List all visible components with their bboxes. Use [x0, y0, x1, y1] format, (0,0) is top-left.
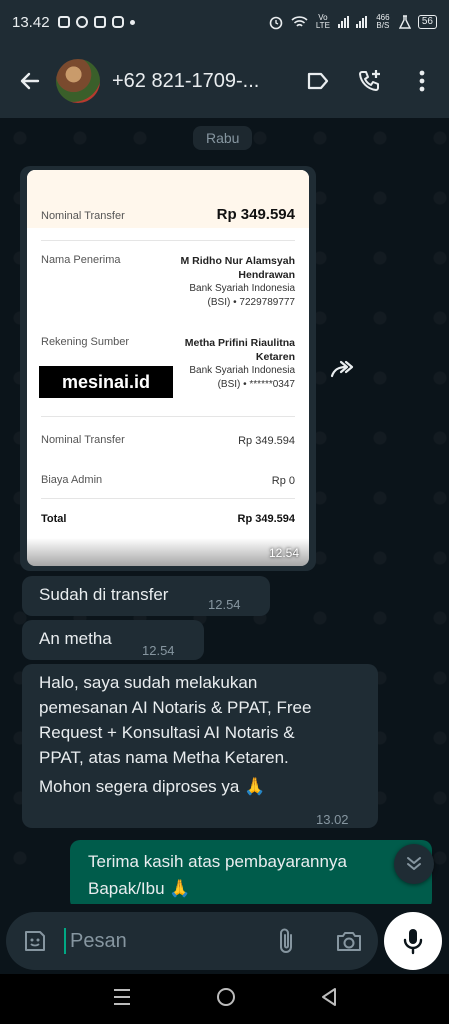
divider — [41, 498, 295, 499]
more-vert-icon[interactable] — [409, 68, 435, 94]
receipt-nominal-row: Nominal Transfer Rp 349.594 — [41, 434, 295, 448]
message-line: Halo, saya sudah melakukan — [39, 673, 258, 692]
message-text: Sudah di transfer — [39, 585, 169, 604]
chat-area[interactable]: Rabu Nominal Transfer Rp 349.594 Nama Pe… — [0, 118, 449, 974]
notification-icon — [57, 16, 70, 28]
message-bubble-in[interactable]: Halo, saya sudah melakukan pemesanan AI … — [22, 664, 378, 828]
recipient-account: (BSI) • 7229789777 — [207, 297, 295, 308]
composer-area — [0, 904, 449, 974]
message-line: pemesanan AI Notaris & PPAT, Free — [39, 698, 312, 717]
image-message-bubble[interactable]: Nominal Transfer Rp 349.594 Nama Penerim… — [20, 166, 316, 571]
recipient-name-1: M Ridho Nur Alamsyah — [180, 255, 295, 267]
message-line: Bapak/Ibu 🙏 — [88, 879, 191, 898]
message-time: 12.54 — [208, 597, 241, 612]
message-line: Terima kasih atas pembayarannya — [88, 852, 347, 871]
notification-icon — [75, 16, 88, 28]
source-name-1: Metha Prifini Riaulitna — [184, 337, 295, 349]
message-bubble-in[interactable]: An metha 12.54 — [22, 620, 204, 660]
scroll-down-icon — [407, 857, 421, 870]
receipt-admin-row: Biaya Admin Rp 0 — [41, 474, 295, 488]
admin-label: Biaya Admin — [41, 474, 103, 486]
date-chip: Rabu — [193, 126, 253, 150]
chat-header: +62 821-1709-... — [0, 44, 449, 118]
alarm-icon — [269, 16, 283, 30]
signal-icon — [337, 16, 349, 28]
message-bubble-out[interactable]: Terima kasih atas pembayarannya Bapak/Ib… — [70, 840, 432, 910]
message-line: Request + Konsultasi AI Notaris & — [39, 723, 295, 742]
message-text-block: Terima kasih atas pembayarannya Bapak/Ib… — [88, 848, 347, 902]
more-notifications-dot — [129, 19, 135, 25]
camera-icon[interactable] — [334, 926, 364, 956]
image-time: 12.54 — [268, 546, 299, 560]
notification-icon — [93, 16, 106, 28]
image-fade — [27, 538, 309, 566]
network-speed: 466 B/S — [376, 13, 390, 30]
message-time: 12.54 — [142, 643, 175, 658]
source-account: (BSI) • ******0347 — [217, 379, 295, 390]
transfer-receipt-image[interactable]: Nominal Transfer Rp 349.594 Nama Penerim… — [27, 170, 309, 566]
total-label: Total — [41, 513, 67, 525]
message-text-block: Halo, saya sudah melakukan pemesanan AI … — [39, 670, 311, 799]
status-time: 13.42 — [12, 13, 50, 31]
system-nav-bar — [0, 974, 449, 1024]
divider — [41, 240, 295, 241]
battery-indicator: 56 — [417, 15, 437, 29]
receipt-recipient-row: Nama Penerima M Ridho Nur Alamsyah Hendr… — [41, 254, 295, 310]
recipient-name-2: Hendrawan — [238, 269, 295, 281]
message-line: Mohon segera diproses ya 🙏 — [39, 777, 266, 796]
total-value: Rp 349.594 — [237, 513, 295, 525]
divider — [41, 416, 295, 417]
contact-avatar[interactable] — [56, 59, 100, 103]
message-line: PPAT, atas nama Metha Ketaren. — [39, 748, 289, 767]
message-time: 13.02 — [316, 812, 349, 827]
scroll-down-button[interactable] — [394, 844, 434, 884]
contact-name[interactable]: +62 821-1709-... — [112, 70, 259, 93]
source-name-2: Ketaren — [255, 351, 295, 363]
mic-icon — [403, 929, 423, 955]
notification-icons — [57, 16, 135, 28]
volte-label: Vo LTE — [315, 13, 330, 30]
back-arrow-icon[interactable] — [14, 65, 46, 97]
receipt-top-row: Nominal Transfer Rp 349.594 — [41, 206, 295, 223]
wifi-icon — [291, 16, 308, 27]
status-bar: 13.42 Vo LTE 466 B/S 56 — [0, 0, 449, 44]
instagram-icon — [111, 16, 124, 28]
nav-back-icon[interactable] — [320, 987, 338, 1012]
label-icon[interactable] — [305, 68, 331, 94]
receipt-label: Nominal Transfer — [41, 210, 125, 222]
source-bank: Bank Syariah Indonesia — [189, 365, 295, 376]
receipt-amount: Rp 349.594 — [216, 206, 295, 223]
attach-icon[interactable] — [272, 926, 302, 956]
admin-value: Rp 0 — [271, 475, 295, 487]
flask-icon — [398, 15, 411, 29]
nominal-label: Nominal Transfer — [41, 434, 125, 446]
message-input[interactable] — [64, 928, 254, 954]
recipient-label: Nama Penerima — [41, 254, 121, 266]
nav-home-icon[interactable] — [215, 986, 237, 1013]
nominal-value: Rp 349.594 — [238, 435, 295, 447]
add-call-icon[interactable] — [357, 68, 383, 94]
message-text: An metha — [39, 629, 112, 648]
message-composer — [6, 912, 378, 970]
signal-icon-2 — [355, 16, 367, 28]
nav-recents-icon[interactable] — [112, 988, 132, 1011]
receipt-total-row: Total Rp 349.594 — [41, 513, 295, 525]
forward-icon[interactable] — [328, 354, 358, 384]
emoji-icon[interactable] — [20, 926, 50, 956]
recipient-bank: Bank Syariah Indonesia — [189, 283, 295, 294]
watermark-logo: mesinai.id — [39, 366, 173, 398]
message-bubble-in[interactable]: Sudah di transfer 12.54 — [22, 576, 270, 616]
mic-button[interactable] — [384, 912, 442, 970]
